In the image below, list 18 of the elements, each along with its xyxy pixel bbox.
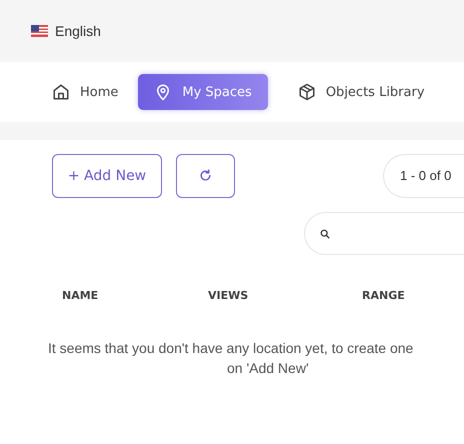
column-header: VIEWS [208,289,248,302]
empty-message: on 'Add New' [227,359,310,378]
column-header: RANGE [362,289,405,302]
language-selector[interactable]: English [55,23,101,39]
search-field[interactable] [304,212,464,255]
cube-icon [298,83,316,101]
home-icon [52,83,70,101]
refresh-button[interactable] [176,154,235,198]
search-icon [320,228,330,238]
empty-message: It seems that you don't have any location yet, to create one [48,339,414,358]
column-header: NAME [62,289,98,302]
pagination-range: 1 - 0 of 0 [383,154,464,198]
add-new-button[interactable]: + Add New [52,154,162,198]
flag-icon [31,25,48,37]
refresh-icon [199,169,212,182]
nav-tab[interactable]: Home [36,74,134,110]
nav-tab[interactable]: Objects Library [282,74,441,110]
nav-tab[interactable]: My Spaces [138,74,268,110]
